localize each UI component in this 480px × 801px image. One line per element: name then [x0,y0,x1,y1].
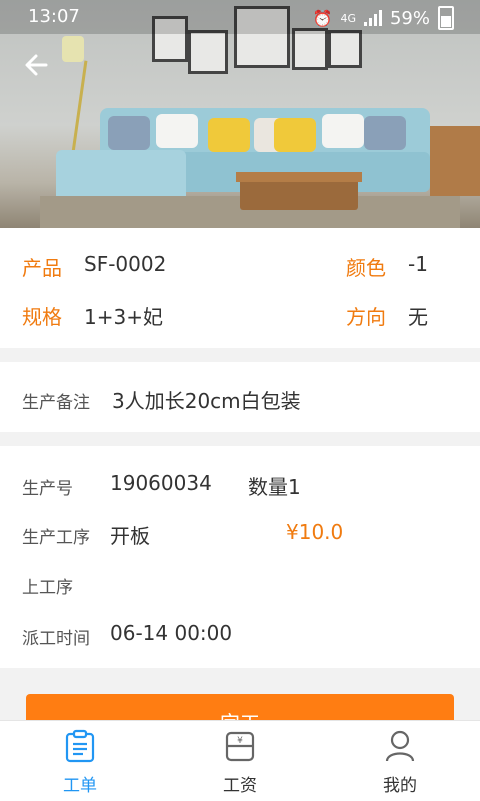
bottom-nav: 工单 ¥ 工资 我的 [0,720,480,801]
spec-label: 规格 [22,305,62,329]
status-bar: 13:07 ⏰ 4G 59% [0,0,480,34]
wall-frame [188,30,228,74]
alarm-icon: ⏰ [312,8,333,28]
pillow [156,114,198,148]
coffee-table-top [236,172,362,182]
remark-label: 生产备注 [22,393,90,413]
signal-icon [363,10,382,26]
wall-frame [292,28,328,70]
pillow [274,118,316,152]
back-arrow-icon [25,54,48,76]
pillow [108,116,150,150]
tab-salary-label: 工资 [223,776,257,796]
price-value: ¥10.0 [286,520,344,544]
dispatch-time-value: 06-14 00:00 [110,621,233,645]
sofa-chaise [56,150,186,202]
spec-value: 1+3+妃 [84,305,163,329]
status-time: 13:07 [28,6,80,27]
dispatch-time-label: 派工时间 [22,629,90,649]
product-info-section: 产品 SF-0002 颜色 -1 规格 1+3+妃 方向 无 [0,228,480,348]
direction-label: 方向 [346,305,386,329]
pillow [322,114,364,148]
process-value: 开板 [110,524,150,548]
tab-work-order-label: 工单 [63,776,97,796]
production-section: 生产号 19060034 数量1 生产工序 开板 ¥10.0 上工序 派工时间 … [0,446,480,668]
production-number-value: 19060034 [110,471,212,495]
wall-frame [328,30,362,68]
previous-process-label: 上工序 [22,578,73,598]
clipboard-icon [65,729,95,763]
lamp-shade [62,36,84,62]
network-type: 4G [340,11,356,25]
tab-mine-label: 我的 [383,776,417,796]
wallet-icon: ¥ [225,731,255,762]
tab-mine[interactable]: 我的 [340,721,460,801]
battery-percent: 59% [389,7,430,29]
svg-text:¥: ¥ [237,736,243,746]
battery-icon [438,6,454,30]
product-value: SF-0002 [84,252,167,276]
product-photo: 13:07 ⏰ 4G 59% [0,0,480,228]
person-icon [385,730,415,762]
tab-work-order[interactable]: 工单 [20,721,140,801]
process-label: 生产工序 [22,528,90,548]
production-number-label: 生产号 [22,479,73,499]
color-label: 颜色 [346,256,386,280]
quantity-text: 数量1 [248,475,301,499]
remark-value: 3人加长20cm白包装 [112,389,301,413]
back-button[interactable] [18,46,58,86]
pillow [208,118,250,152]
product-label: 产品 [22,256,62,280]
pillow [364,116,406,150]
color-value: -1 [408,252,428,276]
side-cabinet [430,126,480,196]
remark-section: 生产备注 3人加长20cm白包装 [0,362,480,432]
tab-salary[interactable]: ¥ 工资 [180,721,300,801]
status-icons: ⏰ 4G 59% [313,6,454,30]
direction-value: 无 [408,305,428,329]
